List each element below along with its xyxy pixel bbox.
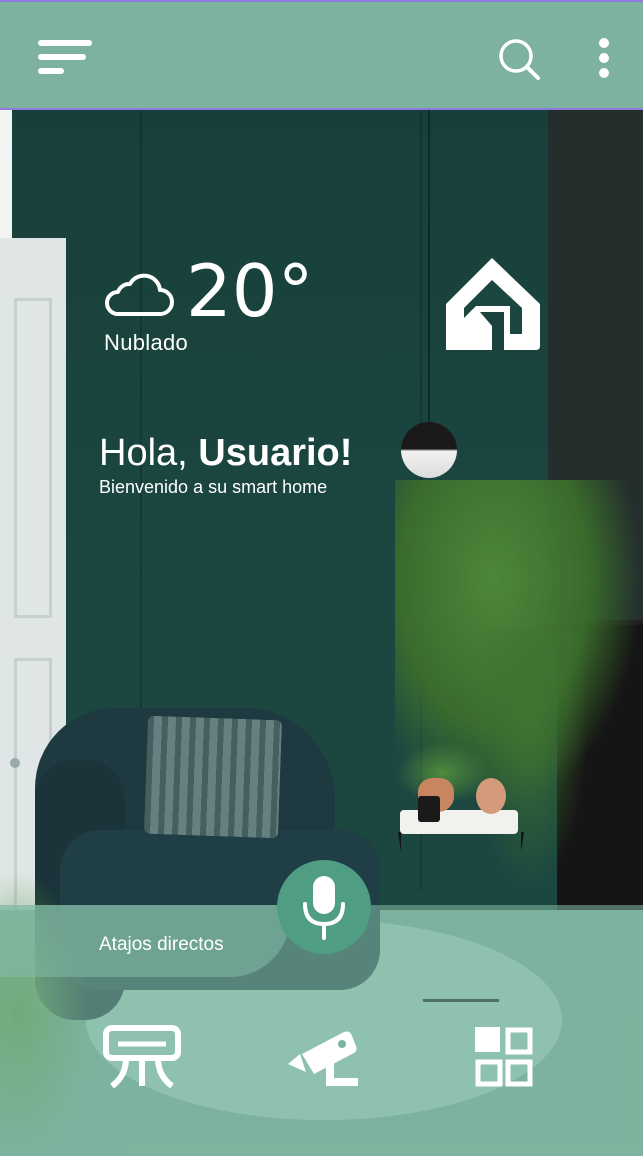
air-conditioner-icon <box>103 1025 181 1089</box>
door-panel <box>14 298 52 618</box>
more-vertical-icon[interactable] <box>590 36 618 82</box>
pendant-lamp <box>401 422 457 478</box>
smart-home-logo-icon <box>442 254 544 350</box>
security-camera-icon <box>288 1031 358 1086</box>
door-knob <box>10 758 20 768</box>
vase <box>476 778 506 814</box>
lamp-cord <box>428 110 430 422</box>
shortcuts-label: Atajos directos <box>99 934 224 955</box>
cup <box>418 796 440 822</box>
apps-grid-shortcut[interactable] <box>472 1024 552 1092</box>
greeting-title: Hola, Usuario! <box>99 434 352 472</box>
apps-grid-icon <box>475 1027 533 1087</box>
greeting-hello: Hola, <box>99 432 199 474</box>
top-app-bar <box>0 0 643 110</box>
hamburger-menu-icon[interactable] <box>38 40 94 76</box>
cloud-icon <box>102 270 174 318</box>
voice-command-button[interactable] <box>277 860 371 954</box>
weather-condition: Nublado <box>104 330 189 355</box>
security-camera-shortcut[interactable] <box>286 1024 366 1092</box>
microphone-icon <box>303 876 345 940</box>
temperature: 20° <box>186 249 314 333</box>
search-icon[interactable] <box>494 34 544 84</box>
greeting-user: Usuario! <box>198 432 353 474</box>
greeting-subtitle: Bienvenido a su smart home <box>99 477 328 497</box>
air-conditioner-shortcut[interactable] <box>102 1024 182 1092</box>
app-screen: 20° Nublado Hola, Usuario! Bienvenido a … <box>0 0 643 1156</box>
pillow <box>143 715 283 839</box>
